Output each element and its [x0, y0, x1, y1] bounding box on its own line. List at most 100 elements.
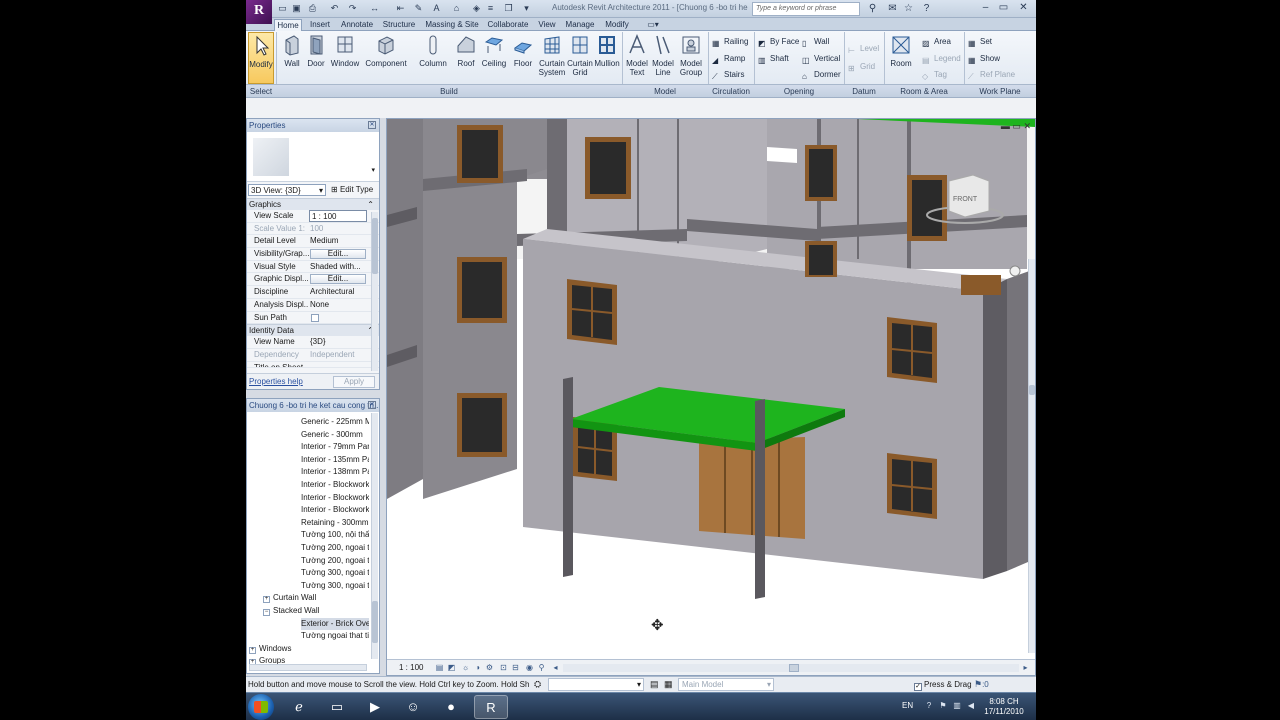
browser-item[interactable]: Tường 300, ngoai th: [301, 567, 369, 579]
help-icon[interactable]: ?: [920, 2, 933, 15]
browser-item[interactable]: Generic - 300mm: [301, 429, 369, 441]
panel-room-area[interactable]: Room & Area: [886, 86, 962, 97]
floor-button[interactable]: Floor: [510, 32, 536, 84]
vertical-opening-button[interactable]: ◫ Vertical: [802, 53, 840, 65]
door-button[interactable]: Door: [304, 32, 328, 84]
tab-massing-site[interactable]: Massing & Site: [424, 19, 480, 31]
filter-button[interactable]: ⚑:0: [974, 679, 989, 690]
show-work-plane-button[interactable]: ▦ Show: [968, 53, 1000, 65]
legend-button[interactable]: ▤ Legend: [922, 53, 961, 65]
ref-plane-button[interactable]: ⟋ Ref Plane: [968, 69, 1015, 81]
type-selector-dropdown[interactable]: 3D View: {3D} ▾: [248, 184, 326, 196]
sun-path-checkbox[interactable]: [311, 313, 319, 322]
browser-item[interactable]: − Stacked Wall: [263, 605, 369, 617]
redo-icon[interactable]: ↷: [346, 2, 359, 15]
help-tray-icon[interactable]: ?: [924, 701, 934, 711]
browser-hscrollbar[interactable]: [249, 664, 367, 671]
tag-area-button[interactable]: ◇ Tag: [922, 69, 947, 81]
open-icon[interactable]: ▭: [276, 2, 289, 15]
browser-item[interactable]: Interior - 135mm Par: [301, 454, 369, 466]
active-workset-dropdown[interactable]: ▾: [548, 678, 644, 691]
model-line-button[interactable]: Model Line: [650, 32, 676, 84]
reveal-hidden-icon[interactable]: ⚲: [537, 663, 546, 672]
viewport-vscrollbar[interactable]: [1028, 259, 1035, 653]
search-input[interactable]: Type a keyword or phrase: [752, 2, 860, 16]
binoculars-icon[interactable]: ⚲: [866, 2, 879, 15]
analysis-display-value[interactable]: None: [310, 299, 366, 311]
visual-style-value[interactable]: Shaded with...: [310, 261, 366, 273]
component-button[interactable]: Component: [364, 32, 408, 84]
grid-button[interactable]: ⊞ Grid: [848, 61, 875, 73]
panel-select[interactable]: Select: [248, 86, 274, 97]
aligned-dimension-icon[interactable]: ⇤: [394, 2, 407, 15]
railing-button[interactable]: ▦ Railing: [712, 36, 748, 48]
crop-view-icon[interactable]: ⊡: [499, 663, 508, 672]
measure-icon[interactable]: ↔: [368, 2, 381, 15]
stairs-button[interactable]: ⟋ Stairs: [712, 69, 744, 81]
shadows-icon[interactable]: ◑: [473, 663, 482, 672]
tag-icon[interactable]: ✎: [412, 2, 425, 15]
scrollbar-thumb[interactable]: [372, 218, 378, 274]
browser-item[interactable]: Interior - Blockwork: [301, 492, 369, 504]
properties-help-link[interactable]: Properties help: [249, 377, 303, 386]
3d-model-view[interactable]: FRONT: [387, 119, 1035, 659]
visual-style-icon[interactable]: ◩: [447, 663, 456, 672]
tab-structure[interactable]: Structure: [380, 19, 418, 31]
rendering-icon[interactable]: ⚙: [485, 663, 494, 672]
browser-item[interactable]: Retaining - 300mm C: [301, 517, 369, 529]
minimize-view-icon[interactable]: ▬: [1001, 121, 1010, 131]
browser-item[interactable]: Tường 200, ngoai th: [301, 555, 369, 567]
apply-button[interactable]: Apply: [333, 376, 375, 388]
browser-scrollbar[interactable]: [371, 413, 378, 659]
undo-icon[interactable]: ↶: [328, 2, 341, 15]
browser-item[interactable]: Tường 100, nội thất: [301, 529, 369, 541]
modify-button[interactable]: Modify: [248, 32, 274, 84]
steering-wheel-icon[interactable]: [1009, 265, 1021, 277]
text-icon[interactable]: A: [430, 2, 443, 15]
3d-viewport[interactable]: FRONT ▬ ▭ ✕ ✥ 1 : 100 ▤ ◩ ☼ ◑ ⚙ ⊡ ⊟ ◉ ⚲ …: [386, 118, 1036, 676]
shaft-button[interactable]: ▥ Shaft: [758, 53, 789, 65]
editable-icon[interactable]: ▦: [664, 679, 673, 690]
messenger-taskbar-icon[interactable]: ☺: [396, 695, 430, 719]
close-view-icon[interactable]: ✕: [1023, 121, 1031, 131]
identity-section[interactable]: Identity Data⌃: [247, 324, 379, 337]
ribbon-minimize-icon[interactable]: ▭▾: [646, 19, 660, 31]
detail-level-icon[interactable]: ▤: [435, 663, 444, 672]
column-button[interactable]: Column: [416, 32, 450, 84]
browser-item[interactable]: Interior - Blockwork: [301, 479, 369, 491]
worksets-icon[interactable]: ⛭: [534, 679, 541, 690]
restore-button[interactable]: ▭: [996, 1, 1011, 15]
close-icon[interactable]: ✕: [368, 121, 376, 129]
action-center-icon[interactable]: ⚑: [938, 701, 948, 711]
thin-lines-icon[interactable]: ≡: [484, 2, 497, 15]
window-button[interactable]: Window: [330, 32, 360, 84]
by-face-button[interactable]: ◩ By Face: [758, 36, 799, 48]
default-3d-view-icon[interactable]: ⌂: [450, 2, 463, 15]
section-icon[interactable]: ◈: [470, 2, 483, 15]
print-icon[interactable]: ⎙: [306, 2, 319, 15]
scrollbar-thumb[interactable]: [1029, 385, 1035, 395]
restore-view-icon[interactable]: ▭: [1012, 121, 1021, 131]
chevron-down-icon[interactable]: ▾: [371, 166, 375, 174]
show-crop-icon[interactable]: ⊟: [511, 663, 520, 672]
edit-type-button[interactable]: ⊞ Edit Type: [331, 185, 373, 194]
curtain-system-button[interactable]: Curtain System: [538, 32, 566, 84]
tab-manage[interactable]: Manage: [564, 19, 596, 31]
sun-path-icon[interactable]: ☼: [461, 663, 470, 672]
revit-taskbar-icon[interactable]: R: [474, 695, 508, 719]
minimize-button[interactable]: –: [978, 1, 993, 15]
temporary-hide-icon[interactable]: ◉: [525, 663, 534, 672]
roof-button[interactable]: Roof: [454, 32, 478, 84]
view-scale-button[interactable]: 1 : 100: [399, 663, 423, 672]
browser-taskbar-icon[interactable]: ●: [434, 695, 468, 719]
wall-opening-button[interactable]: ▯ Wall: [802, 36, 829, 48]
set-work-plane-button[interactable]: ▦ Set: [968, 36, 992, 48]
tab-view[interactable]: View: [536, 19, 558, 31]
tab-home[interactable]: Home: [274, 19, 302, 31]
press-drag-checkbox[interactable]: ✓: [914, 683, 922, 691]
tab-annotate[interactable]: Annotate: [338, 19, 376, 31]
application-menu-button[interactable]: R: [246, 0, 272, 24]
view-scale-input[interactable]: 1 : 100: [309, 210, 367, 222]
collapse-icon[interactable]: −: [263, 609, 270, 616]
explorer-taskbar-icon[interactable]: ▭: [320, 695, 354, 719]
